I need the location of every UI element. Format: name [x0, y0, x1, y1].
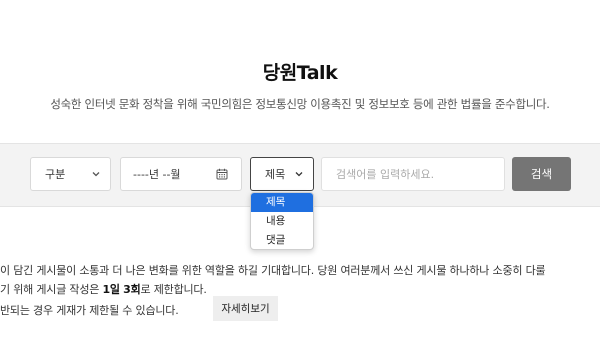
search-field-select-label: 제목 [265, 168, 286, 181]
dropdown-option-comment[interactable]: 댓글 [251, 231, 313, 249]
search-field-select[interactable]: 제목 [250, 157, 314, 191]
category-select[interactable]: 구분 [30, 157, 111, 191]
dropdown-option-content[interactable]: 내용 [251, 212, 313, 231]
notice-limit-count: 3회 [123, 283, 141, 296]
page-title: 당원Talk [262, 62, 338, 84]
dropdown-option-title[interactable]: 제목 [251, 193, 313, 212]
notice-text-line: 기 위해 게시글 작성은 1일 3회로 제한합니다. [0, 281, 207, 297]
notice-text: 로 제한합니다. [140, 283, 207, 296]
chevron-down-icon [92, 172, 100, 177]
notice-text-line: 반되는 경우 게재가 제한될 수 있습니다. [0, 304, 179, 317]
notice-text-line: 이 담긴 게시물이 소통과 더 나은 변화를 위한 역할을 하길 기대합니다. … [0, 264, 546, 277]
date-month-input[interactable]: ----년 --월 [120, 157, 242, 191]
notice-text: 기 위해 게시글 작성은 [0, 283, 103, 296]
search-field-dropdown: 제목 내용 댓글 [250, 192, 314, 250]
page-subtitle: 성숙한 인터넷 문화 정착을 위해 국민의힘은 정보통신망 이용촉진 및 정보보… [50, 97, 550, 111]
view-details-button[interactable]: 자세히보기 [213, 296, 278, 321]
calendar-icon[interactable] [216, 168, 228, 180]
search-input[interactable] [321, 157, 505, 191]
notice-limit-day: 1일 [102, 283, 120, 296]
date-month-value: ----년 --월 [133, 168, 181, 181]
search-button[interactable]: 검색 [512, 157, 571, 191]
chevron-down-icon [295, 172, 303, 177]
category-select-label: 구분 [45, 168, 66, 181]
